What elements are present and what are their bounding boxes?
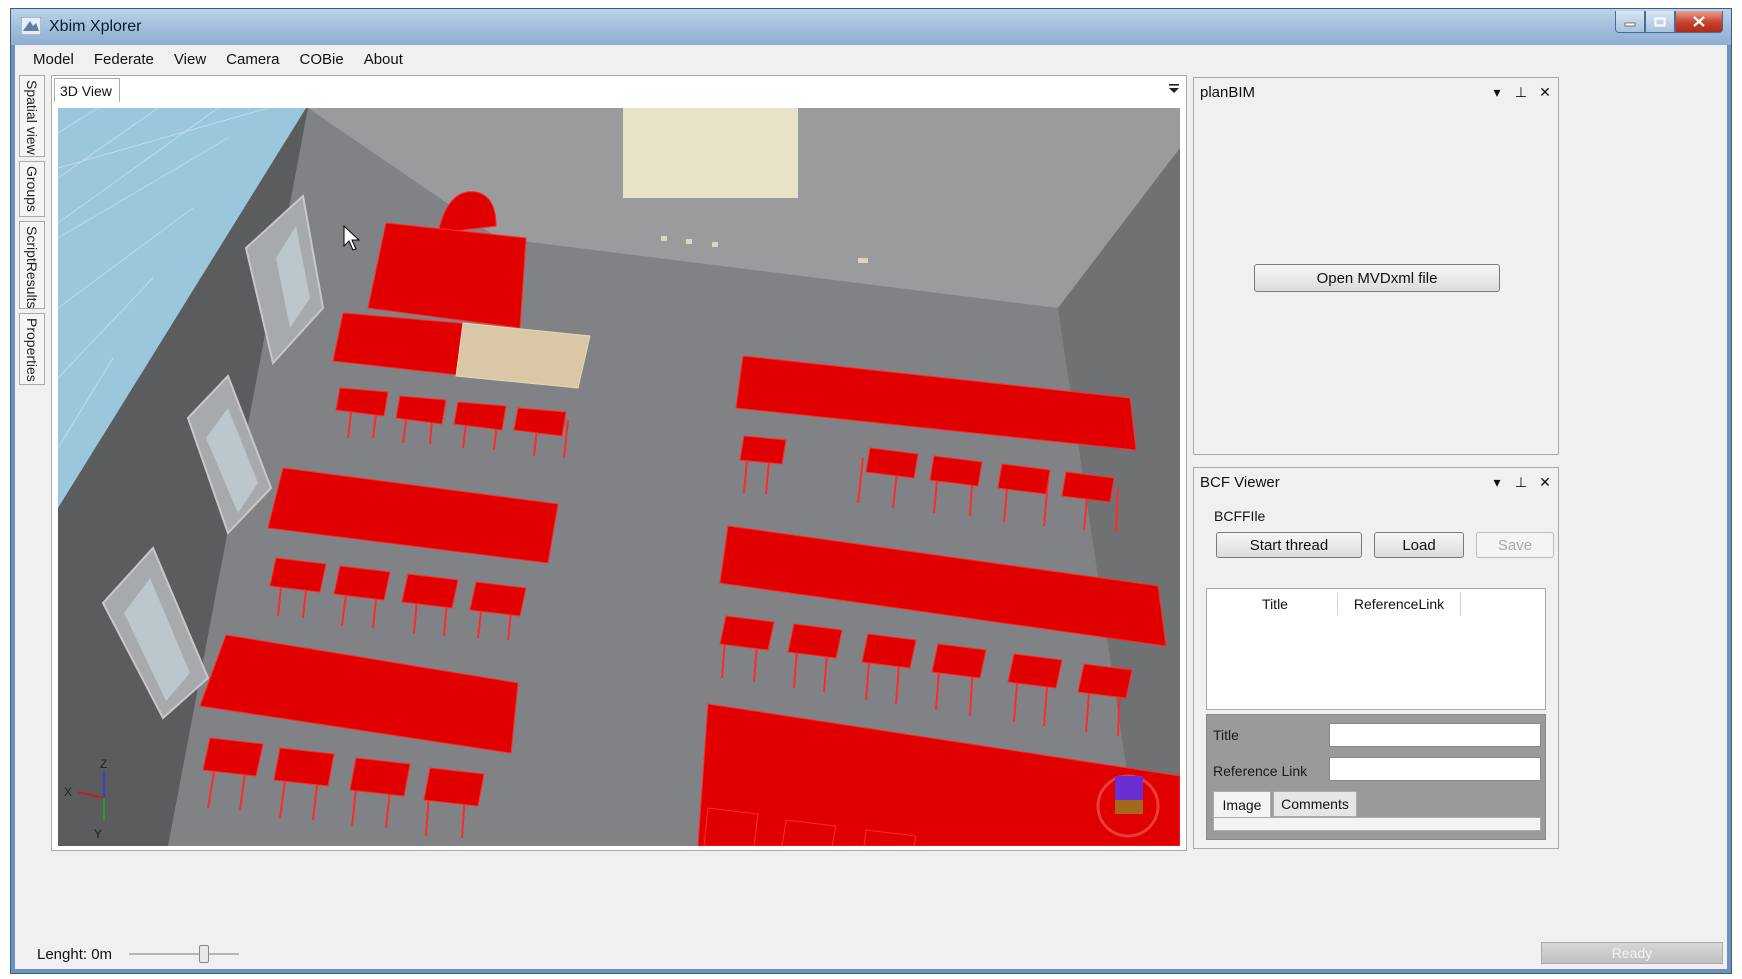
dropdown-icon[interactable]: ▾	[1490, 84, 1504, 101]
pin-icon[interactable]: ⊥	[1514, 474, 1528, 491]
reference-link-label: Reference Link	[1213, 763, 1308, 779]
length-slider-thumb[interactable]	[199, 945, 209, 963]
progress-status: Ready	[1541, 942, 1723, 964]
close-icon[interactable]: ✕	[1538, 474, 1552, 491]
tab-spatial-view-label: Spatial view	[24, 80, 40, 155]
tab-comments[interactable]: Comments	[1273, 791, 1357, 817]
bcf-topic-form: Title Reference Link Image Comments	[1206, 714, 1546, 840]
tab-content	[1213, 817, 1541, 831]
close-icon[interactable]: ✕	[1538, 84, 1552, 101]
tab-script-results-label: ScriptResults	[24, 226, 40, 309]
side-tab-strip: Spatial view Groups ScriptResults Proper…	[19, 75, 45, 395]
tab-spatial-view[interactable]: Spatial view	[19, 75, 45, 157]
close-icon[interactable]	[1675, 11, 1723, 33]
app-icon	[21, 17, 41, 35]
planbim-panel-controls: ▾ ⊥ ✕	[1490, 84, 1552, 101]
tab-groups[interactable]: Groups	[19, 161, 45, 217]
title-bar[interactable]: Xbim Xplorer	[11, 9, 1731, 45]
bcf-topics-table[interactable]: Title ReferenceLink	[1206, 588, 1546, 710]
bcf-file-group-label: BCFFIle	[1214, 508, 1266, 524]
dropdown-icon[interactable]: ▾	[1490, 474, 1504, 491]
document-menu-icon[interactable]	[1166, 80, 1182, 96]
menu-cobie[interactable]: COBie	[290, 51, 354, 68]
bcf-panel-controls: ▾ ⊥ ✕	[1490, 474, 1552, 491]
planbim-panel: planBIM ▾ ⊥ ✕ Open MVDxml file	[1193, 77, 1559, 455]
start-thread-button[interactable]: Start thread	[1216, 532, 1362, 558]
bcf-viewer-title: BCF Viewer	[1200, 474, 1280, 491]
reference-link-field[interactable]	[1329, 757, 1541, 781]
tab-properties-label: Properties	[24, 318, 40, 382]
tab-properties[interactable]: Properties	[19, 313, 45, 385]
document-area: 3D View Z X Y	[51, 75, 1187, 851]
3d-scene[interactable]: Z X Y	[58, 108, 1180, 846]
minimize-icon[interactable]	[1615, 11, 1645, 33]
length-slider[interactable]	[129, 953, 239, 955]
axis-z-label: Z	[100, 757, 107, 771]
load-button[interactable]: Load	[1374, 532, 1464, 558]
window-controls	[1615, 11, 1723, 33]
menu-bar: Model Federate View Camera COBie About	[15, 45, 1727, 73]
status-bar: Lenght: 0m Ready	[15, 939, 1727, 969]
maximize-icon[interactable]	[1645, 11, 1675, 33]
menu-camera[interactable]: Camera	[216, 51, 289, 68]
axis-x-label: X	[64, 785, 72, 799]
planbim-title: planBIM	[1200, 84, 1256, 101]
window-title: Xbim Xplorer	[49, 18, 142, 35]
client-area: Model Federate View Camera COBie About S…	[15, 45, 1727, 969]
open-mvdxml-button[interactable]: Open MVDxml file	[1254, 264, 1500, 292]
length-status: Lenght: 0m	[37, 946, 113, 963]
tab-3d-view[interactable]: 3D View	[54, 78, 120, 102]
column-header-reference-link[interactable]: ReferenceLink	[1338, 593, 1461, 615]
image-comments-tabs: Image Comments	[1213, 791, 1541, 835]
tab-groups-label: Groups	[24, 166, 40, 212]
menu-about[interactable]: About	[354, 51, 413, 68]
tab-image[interactable]: Image	[1213, 791, 1271, 817]
menu-view[interactable]: View	[164, 51, 216, 68]
3d-viewport[interactable]: Z X Y	[58, 108, 1180, 846]
app-window: Xbim Xplorer Model Federate View Camera …	[10, 8, 1732, 974]
save-button[interactable]: Save	[1476, 532, 1554, 558]
pin-icon[interactable]: ⊥	[1514, 84, 1528, 101]
menu-model[interactable]: Model	[23, 51, 84, 68]
column-header-title[interactable]: Title	[1213, 593, 1338, 615]
title-field[interactable]	[1329, 723, 1541, 747]
title-label: Title	[1213, 727, 1239, 743]
bcf-viewer-panel: BCF Viewer ▾ ⊥ ✕ BCFFIle Start thread Lo…	[1193, 467, 1559, 849]
tab-script-results[interactable]: ScriptResults	[19, 221, 45, 309]
axis-y-label: Y	[94, 827, 102, 841]
menu-federate[interactable]: Federate	[84, 51, 164, 68]
